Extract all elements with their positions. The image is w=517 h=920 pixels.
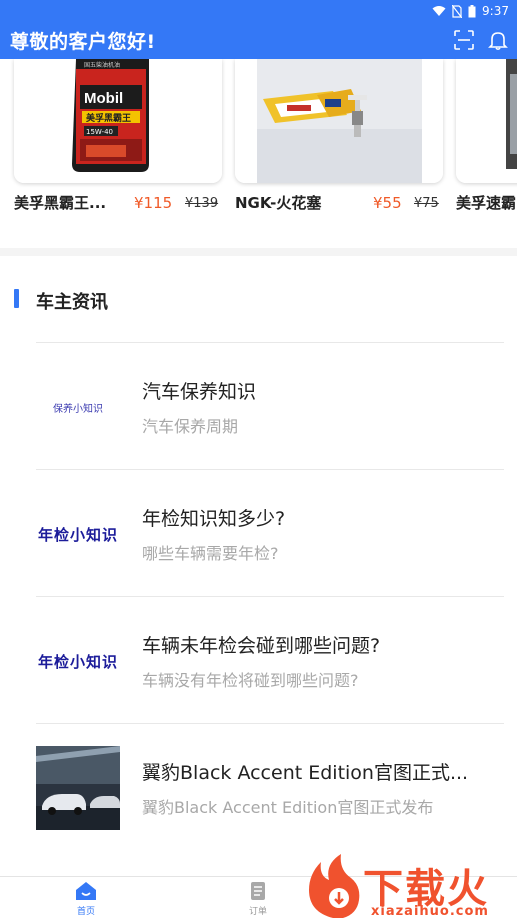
watermark-url: xiazaihuo.com [371, 904, 489, 919]
news-item[interactable]: 年检小知识 车辆未年检会碰到哪些问题? 车辆没有年检将碰到哪些问题? [36, 596, 504, 723]
news-thumbnail-car [36, 746, 120, 830]
tab-home[interactable]: 首页 [56, 881, 116, 917]
news-title: 汽车保养知识 [142, 381, 257, 403]
product-item[interactable]: Mobil 美孚黑霸王 15W-40 国五柴油机油 美孚黑霸王... ¥115 … [14, 59, 224, 212]
no-sim-icon [452, 4, 463, 18]
orders-icon [251, 882, 265, 900]
news-thumbnail: 保养小知识 [53, 403, 103, 415]
news-subtitle: 哪些车辆需要年检? [142, 544, 279, 563]
news-subtitle: 汽车保养周期 [142, 417, 239, 436]
owner-news-section: 车主资讯 保养小知识 汽车保养知识 汽车保养周期 年检小知识 年检知识知多少? … [0, 256, 517, 876]
product-old-price: ¥75 [414, 196, 439, 211]
news-title: 车辆未年检会碰到哪些问题? [142, 635, 381, 657]
product-name: 美孚速霸 [456, 194, 517, 212]
product-price: ¥55 [373, 194, 402, 212]
product-item[interactable]: 美孚速霸 [456, 59, 517, 212]
news-subtitle: 翼豹Black Accent Edition官图正式发布 [142, 798, 434, 817]
news-thumbnail: 年检小知识 [37, 652, 118, 671]
scan-icon[interactable] [453, 29, 475, 51]
app-header: 尊敬的客户您好! [0, 22, 517, 59]
product-image-mobil-oil[interactable]: Mobil 美孚黑霸王 15W-40 国五柴油机油 [14, 59, 222, 183]
tab-orders[interactable]: 订单 [228, 881, 288, 917]
news-title: 年检知识知多少? [142, 508, 286, 530]
svg-text:15W-40: 15W-40 [86, 128, 113, 136]
news-subtitle: 车辆没有年检将碰到哪些问题? [142, 671, 359, 690]
product-carousel[interactable]: Mobil 美孚黑霸王 15W-40 国五柴油机油 美孚黑霸王... ¥115 … [0, 59, 517, 248]
wifi-icon [432, 6, 446, 16]
watermark: 下载火 xiazaihuo.com [303, 850, 517, 920]
product-image-oil[interactable] [456, 59, 517, 183]
battery-icon [468, 4, 476, 17]
news-title: 翼豹Black Accent Edition官图正式... [142, 762, 469, 784]
product-name: 美孚黑霸王... [14, 194, 107, 212]
news-item[interactable]: 年检小知识 年检知识知多少? 哪些车辆需要年检? [36, 469, 504, 596]
status-bar: 9:37 [0, 0, 517, 22]
status-time: 9:37 [482, 4, 509, 18]
product-image-spark-plug[interactable] [235, 59, 443, 183]
bell-icon[interactable] [487, 29, 509, 51]
section-marker [14, 289, 19, 308]
news-item[interactable]: 翼豹Black Accent Edition官图正式... 翼豹Black Ac… [36, 723, 504, 850]
product-old-price: ¥139 [185, 196, 219, 211]
greeting-title: 尊敬的客户您好! [10, 31, 156, 53]
product-price: ¥115 [134, 194, 173, 212]
tab-home-label: 首页 [76, 907, 95, 917]
oil-brand-text: Mobil [84, 90, 123, 107]
home-icon [76, 882, 96, 900]
tab-orders-label: 订单 [248, 907, 267, 917]
svg-text:国五柴油机油: 国五柴油机油 [84, 61, 120, 69]
news-thumbnail: 年检小知识 [37, 525, 118, 544]
svg-text:美孚黑霸王: 美孚黑霸王 [86, 112, 131, 124]
product-item[interactable]: NGK-火花塞 ¥55 ¥75 [235, 59, 445, 212]
news-item[interactable]: 保养小知识 汽车保养知识 汽车保养周期 [36, 342, 504, 469]
section-title: 车主资讯 [36, 292, 108, 313]
product-name: NGK-火花塞 [235, 194, 322, 212]
